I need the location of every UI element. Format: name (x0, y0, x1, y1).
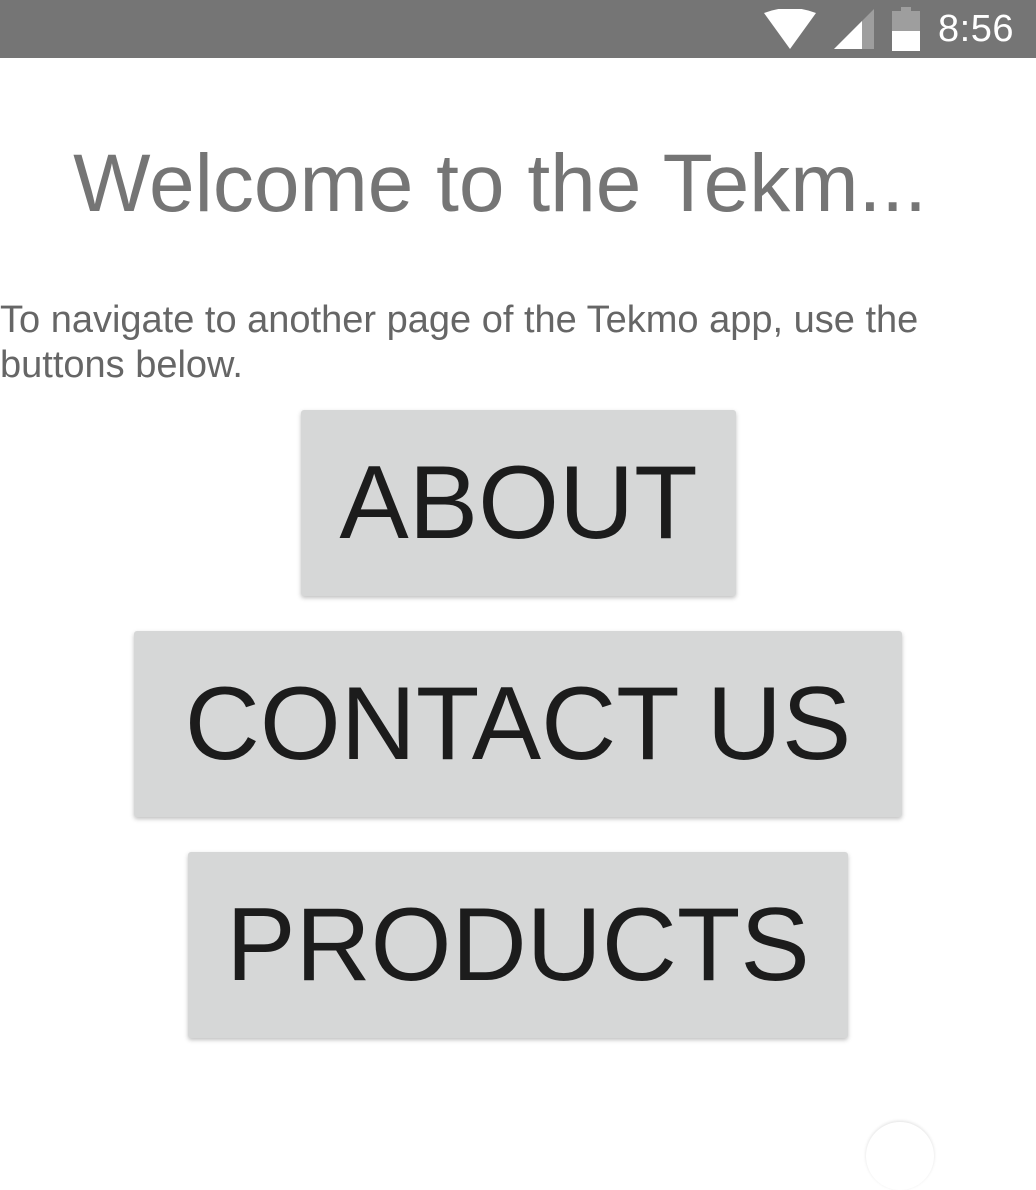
status-bar: 8:56 (0, 0, 1036, 58)
battery-icon (892, 7, 921, 51)
main-content: Welcome to the Tekm... To navigate to an… (0, 58, 1036, 1190)
wifi-icon (764, 9, 817, 49)
cellular-signal-icon (834, 9, 875, 49)
products-button[interactable]: PRODUCTS (188, 852, 848, 1038)
contact-us-button[interactable]: CONTACT US (134, 631, 902, 817)
page-description: To navigate to another page of the Tekmo… (0, 299, 919, 386)
floating-action-button[interactable] (866, 1122, 934, 1190)
about-button[interactable]: ABOUT (301, 410, 736, 596)
page-title: Welcome to the Tekm... (73, 138, 927, 229)
status-time: 8:56 (938, 8, 1014, 50)
status-icons: 8:56 (764, 0, 1014, 58)
